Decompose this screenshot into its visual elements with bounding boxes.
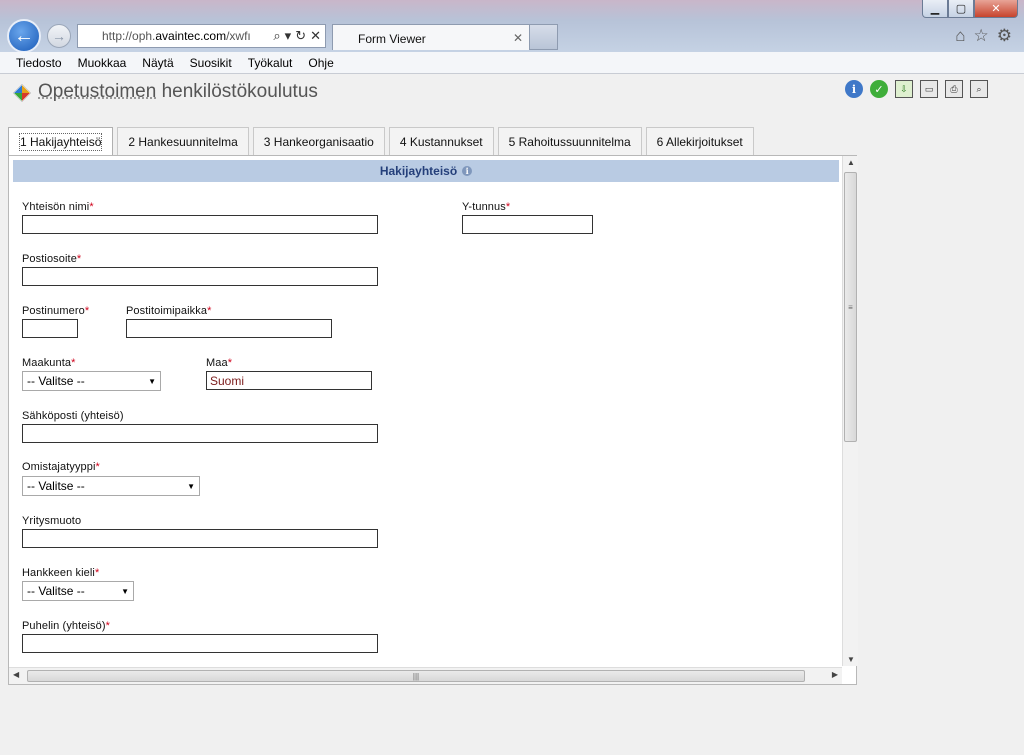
omistajatyyppi-select[interactable]: -- Valitse -- ▼ — [22, 476, 200, 496]
favorites-star-icon[interactable]: ☆ — [974, 26, 989, 46]
menu-tyokalut[interactable]: Työkalut — [240, 56, 301, 70]
tab-label: 2 Hankesuunnitelma — [128, 134, 238, 149]
app-title-rest: henkilöstökoulutus — [156, 81, 318, 102]
menu-tiedosto[interactable]: Tiedosto — [8, 56, 70, 70]
tab-hankesuunnitelma[interactable]: 2 Hankesuunnitelma — [117, 127, 249, 155]
scroll-up-icon[interactable]: ▲ — [847, 158, 855, 167]
maa-input[interactable] — [206, 371, 372, 390]
label-postinumero: Postinumero* — [22, 305, 90, 317]
yritysmuoto-input[interactable] — [22, 529, 378, 548]
browser-titlebar: ▁ ▢ ✕ ← → http://oph. avaintec.com/xwfı ⌕… — [0, 0, 1024, 53]
tab-label: 3 Hankeorganisaatio — [263, 134, 374, 149]
dropdown-arrow-icon[interactable]: ▾ — [285, 28, 292, 44]
sahkoposti-input[interactable] — [22, 424, 378, 443]
label-yritysmuoto: Yritysmuoto — [22, 515, 82, 527]
url-suffix: /xwfı — [226, 29, 251, 43]
scroll-down-icon[interactable]: ▼ — [847, 655, 855, 664]
omistajatyyppi-selected: -- Valitse -- — [27, 479, 85, 493]
url-domain: avaintec.com — [155, 29, 227, 43]
tab-hakijayhteiso[interactable]: 1 Hakijayhteisö — [8, 127, 114, 156]
maximize-button[interactable]: ▢ — [948, 0, 974, 18]
url-prefix: http://oph. — [102, 29, 156, 43]
scroll-left-icon[interactable]: ◀ — [13, 670, 19, 679]
new-tab-button[interactable] — [530, 24, 558, 50]
menu-muokkaa[interactable]: Muokkaa — [70, 56, 135, 70]
label-yhteison-nimi: Yhteisön nimi* — [22, 201, 94, 213]
tab-label: 5 Rahoitussuunnitelma — [508, 134, 631, 149]
tab-label: 1 Hakijayhteisö — [19, 133, 103, 151]
section-header: Hakijayhteisö i — [13, 160, 839, 182]
menu-suosikit[interactable]: Suosikit — [182, 56, 240, 70]
chevron-down-icon: ▼ — [148, 376, 156, 386]
puhelin-input[interactable] — [22, 634, 378, 653]
form-panel: Hakijayhteisö i Yhteisön nimi* Y-tunnus*… — [8, 155, 858, 685]
search-icon[interactable]: ⌕ — [273, 28, 280, 44]
label-postitoimipaikka: Postitoimipaikka* — [126, 305, 212, 317]
scroll-right-icon[interactable]: ▶ — [832, 670, 838, 679]
tab-hankeorganisaatio[interactable]: 3 Hankeorganisaatio — [252, 127, 385, 155]
horizontal-scrollbar[interactable]: ◀ ||| ▶ — [9, 667, 842, 684]
address-tools: ⌕ ▾ ↻ ✕ — [273, 28, 321, 44]
menu-nayta[interactable]: Näytä — [134, 56, 181, 70]
forward-button[interactable]: → — [47, 24, 71, 48]
stop-icon[interactable]: ✕ — [310, 28, 321, 44]
form-tabs: 1 Hakijayhteisö 2 Hankesuunnitelma 3 Han… — [8, 127, 754, 156]
close-tab-icon[interactable]: ✕ — [513, 31, 523, 45]
tab-rahoitussuunnitelma[interactable]: 5 Rahoitussuunnitelma — [497, 127, 642, 155]
download-icon[interactable]: ⇩ — [895, 80, 913, 98]
chevron-down-icon: ▼ — [187, 481, 195, 491]
section-title: Hakijayhteisö — [379, 164, 458, 178]
yhteison-nimi-input[interactable] — [22, 215, 378, 234]
close-window-button[interactable]: ✕ — [974, 0, 1018, 18]
app-title: Opetustoimen henkilöstökoulutus — [38, 81, 318, 103]
postitoimipaikka-input[interactable] — [126, 319, 332, 338]
postinumero-input[interactable] — [22, 319, 78, 338]
section-info-icon[interactable]: i — [462, 166, 473, 176]
tab-kustannukset[interactable]: 4 Kustannukset — [388, 127, 494, 155]
label-hankkeen-kieli: Hankkeen kieli* — [22, 567, 100, 579]
menu-ohje[interactable]: Ohje — [300, 56, 341, 70]
tab-label: 6 Allekirjoitukset — [656, 134, 743, 149]
label-puhelin: Puhelin (yhteisö)* — [22, 620, 111, 632]
label-postiosoite: Postiosoite* — [22, 253, 82, 265]
chevron-down-icon: ▼ — [121, 586, 129, 596]
settings-gear-icon[interactable]: ⚙ — [997, 26, 1012, 46]
print-icon[interactable]: ⎙ — [945, 80, 963, 98]
label-sahkoposti: Sähköposti (yhteisö) — [22, 410, 124, 422]
y-tunnus-input[interactable] — [462, 215, 593, 234]
tab-allekirjoitukset[interactable]: 6 Allekirjoitukset — [645, 127, 754, 155]
check-icon[interactable]: ✓ — [870, 80, 888, 98]
label-maa: Maa* — [206, 357, 233, 369]
info-icon[interactable]: i — [845, 80, 863, 98]
postiosoite-input[interactable] — [22, 267, 378, 286]
browser-tab[interactable]: Form Viewer ✕ — [332, 24, 530, 50]
home-icon[interactable]: ⌂ — [955, 26, 965, 46]
window-controls: ▁ ▢ ✕ — [922, 0, 1018, 18]
browser-toolbar-icons: ⌂ ☆ ⚙ — [955, 26, 1012, 46]
maakunta-selected: -- Valitse -- — [27, 374, 85, 388]
vertical-scrollbar[interactable]: ▲ ≡ ▼ — [842, 156, 858, 666]
print-preview-icon[interactable]: ⌕ — [970, 80, 988, 98]
browser-tab-title: Form Viewer — [358, 32, 426, 46]
hankkeen-kieli-select[interactable]: -- Valitse -- ▼ — [22, 581, 134, 601]
label-omistajatyyppi: Omistajatyyppi* — [22, 461, 100, 473]
hankkeen-kieli-selected: -- Valitse -- — [27, 584, 85, 598]
refresh-icon[interactable]: ↻ — [295, 28, 306, 44]
minimize-button[interactable]: ▁ — [922, 0, 948, 18]
app-logo-icon — [12, 83, 32, 103]
horizontal-scroll-thumb[interactable]: ||| — [27, 670, 805, 682]
app-title-first: Opetustoimen — [38, 81, 157, 102]
address-bar[interactable]: http://oph. avaintec.com/xwfı ⌕ ▾ ↻ ✕ — [77, 24, 326, 48]
folder-icon[interactable]: ▭ — [920, 80, 938, 98]
label-y-tunnus: Y-tunnus* — [462, 201, 511, 213]
vertical-scroll-thumb[interactable]: ≡ — [844, 172, 857, 442]
page-content: Opetustoimen henkilöstökoulutus i ✓ ⇩ ▭ … — [0, 75, 1024, 755]
tab-label: 4 Kustannukset — [399, 134, 483, 149]
label-maakunta: Maakunta* — [22, 357, 76, 369]
back-button[interactable]: ← — [7, 19, 41, 53]
maakunta-select[interactable]: -- Valitse -- ▼ — [22, 371, 161, 391]
menu-bar: Tiedosto Muokkaa Näytä Suosikit Työkalut… — [0, 52, 1024, 74]
form-toolbar: i ✓ ⇩ ▭ ⎙ ⌕ — [845, 80, 988, 98]
